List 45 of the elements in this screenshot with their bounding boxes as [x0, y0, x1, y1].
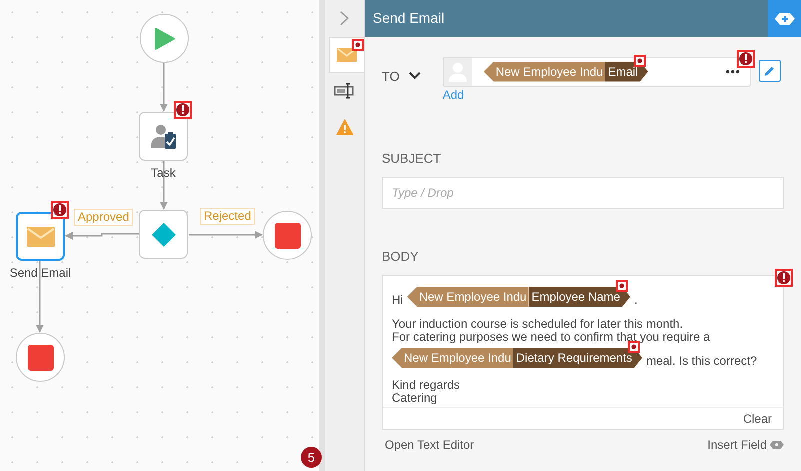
open-text-editor-link[interactable]: Open Text Editor: [385, 436, 474, 454]
node-label: Task: [150, 165, 177, 182]
body-text: meal. Is this correct?: [646, 355, 758, 368]
envelope-icon: [26, 226, 54, 246]
subject-field[interactable]: Type / Drop: [382, 176, 784, 208]
body-text: Catering: [392, 392, 438, 405]
clear-button[interactable]: Clear: [743, 410, 772, 428]
panel-title: Send Email: [372, 9, 446, 28]
body-text: For catering purposes we need to confirm that you require a: [392, 331, 710, 344]
body-label: BODY: [382, 248, 420, 266]
chevron-down-icon[interactable]: [408, 72, 421, 80]
stop-icon: [28, 344, 54, 370]
token-icon: [770, 441, 784, 449]
user-task-icon: [150, 122, 178, 150]
warning-icon: [336, 118, 354, 136]
error-count-badge[interactable]: 5: [301, 447, 322, 468]
more-icon[interactable]: [726, 70, 740, 74]
envelope-icon: [337, 48, 358, 62]
to-label: TO: [382, 68, 400, 86]
diamond-icon: [150, 222, 176, 248]
event-node[interactable]: [16, 333, 65, 382]
task-node[interactable]: [16, 212, 65, 261]
pencil-icon: [763, 64, 776, 78]
body-text: Hi: [392, 294, 404, 307]
node-label: Send Email: [8, 265, 72, 282]
side-tab[interactable]: [329, 37, 364, 73]
task-node[interactable]: [139, 210, 188, 259]
plus-icon: [774, 12, 794, 24]
play-icon: [154, 26, 176, 50]
edge-label: Rejected: [200, 208, 256, 225]
task-node[interactable]: [139, 112, 188, 161]
body-text: Kind regards: [392, 379, 460, 392]
insert-field-button[interactable]: Insert Field: [708, 436, 784, 454]
text-field-icon: [334, 83, 356, 99]
edit-button[interactable]: [758, 60, 781, 82]
edge-label: Approved: [74, 209, 134, 226]
recipient-field[interactable]: New Employee Indu Email: [442, 57, 751, 87]
event-node[interactable]: [140, 14, 189, 63]
body-text: Your induction course is scheduled for later this month.: [392, 318, 684, 331]
event-node[interactable]: [263, 211, 312, 260]
add-button[interactable]: [768, 0, 801, 37]
chevron-right-icon[interactable]: [340, 11, 350, 26]
stop-icon: [274, 222, 300, 248]
body-text: .: [634, 294, 638, 307]
subject-label: SUBJECT: [382, 150, 442, 168]
